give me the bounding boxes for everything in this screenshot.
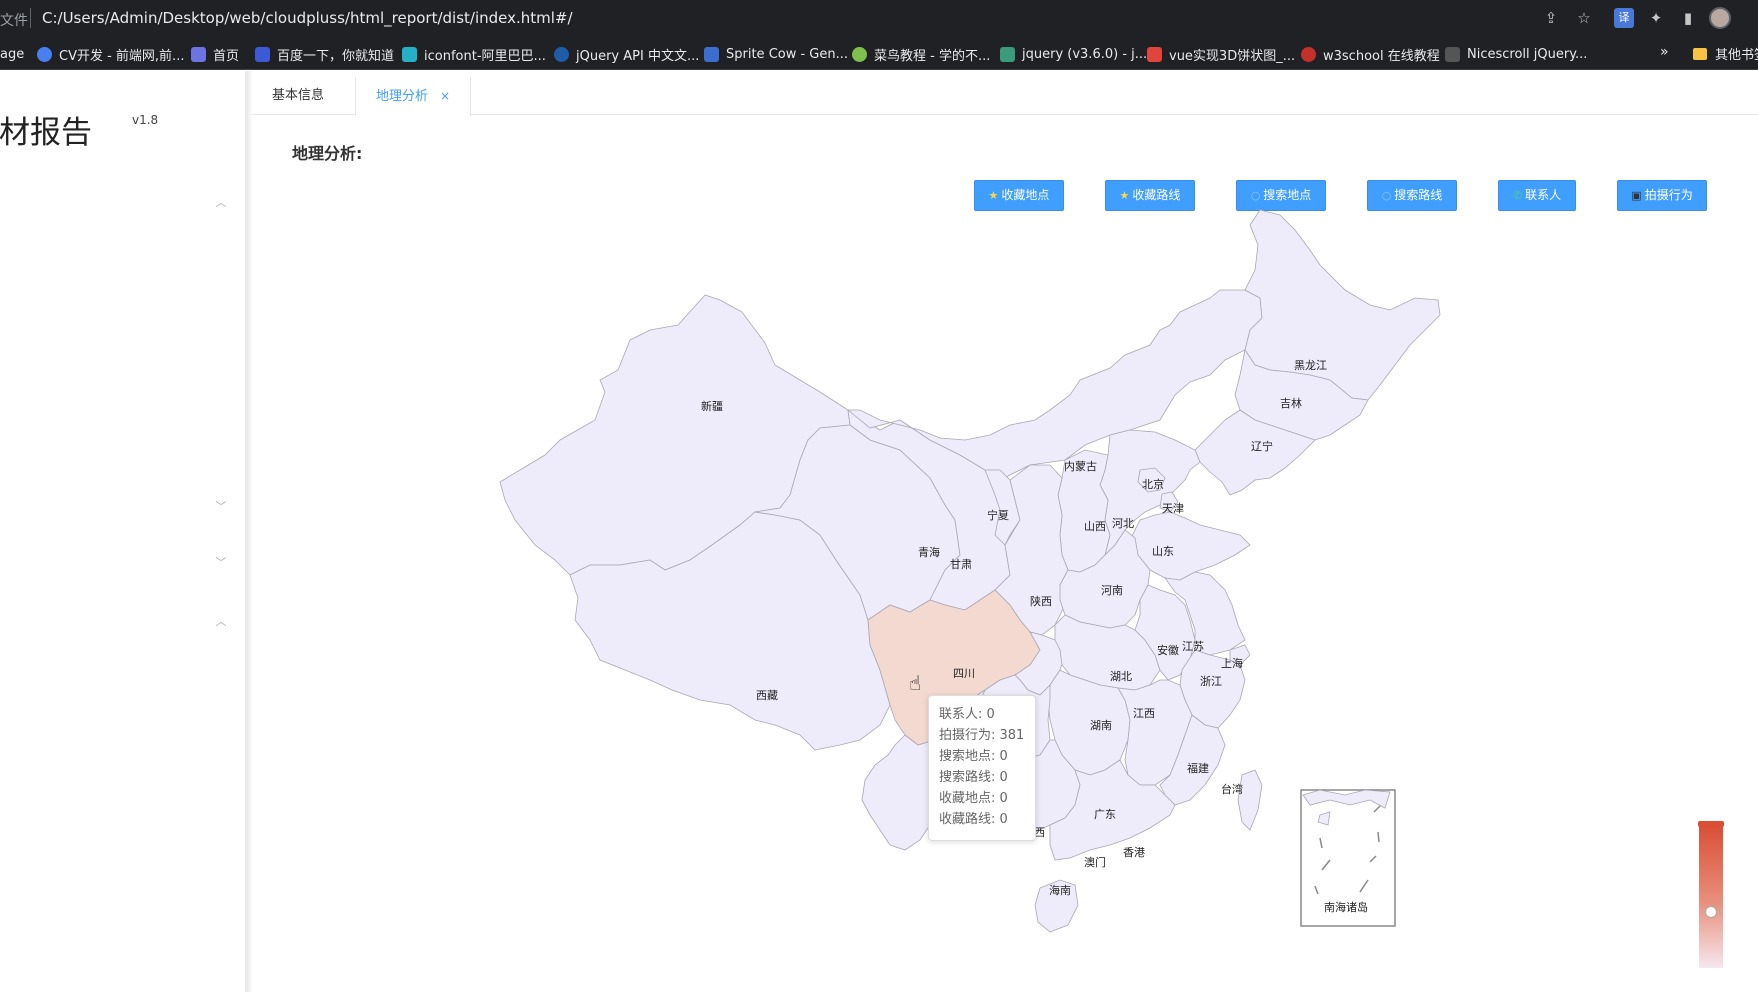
tooltip-photo: 拍摄行为: 381 (939, 728, 1025, 743)
label-ningxia: 宁夏 (987, 508, 1009, 522)
label-hongkong: 香港 (1123, 846, 1145, 859)
province-taiwan[interactable] (1237, 769, 1263, 831)
label-jiangxi: 江西 (1133, 707, 1155, 720)
label-xizang: 西藏 (756, 689, 778, 702)
label-henan: 河南 (1101, 584, 1123, 597)
label-hunan: 湖南 (1090, 719, 1112, 732)
label-shanghai: 上海 (1221, 656, 1243, 670)
label-nanhai: 南海诸岛 (1324, 900, 1368, 914)
label-heilongjiang: 黑龙江 (1294, 359, 1327, 372)
label-macau: 澳门 (1084, 855, 1106, 869)
visual-map-slider[interactable] (1698, 821, 1724, 968)
label-guangdong: 广东 (1094, 808, 1116, 821)
visual-map-gradient (1699, 824, 1723, 968)
visual-map-top-handle[interactable] (1698, 821, 1724, 827)
label-shandong: 山东 (1152, 545, 1174, 558)
label-tianjin: 天津 (1162, 502, 1184, 515)
china-map: 新疆 西藏 青海 甘肃 宁夏 内蒙古 黑龙江 吉林 辽宁 北京 天津 河北 山西… (499, 209, 1441, 933)
label-qinghai: 青海 (918, 545, 940, 559)
label-taiwan: 台湾 (1221, 782, 1243, 796)
label-hainan: 海南 (1049, 883, 1071, 897)
label-shanxi: 山西 (1084, 520, 1106, 533)
label-jiangsu: 江苏 (1182, 640, 1204, 653)
label-liaoning: 辽宁 (1251, 439, 1273, 453)
label-fujian: 福建 (1187, 761, 1209, 775)
label-xinjiang: 新疆 (701, 399, 723, 413)
label-shaanxi: 陕西 (1030, 594, 1052, 608)
label-jilin: 吉林 (1280, 396, 1302, 410)
label-neimenggu: 内蒙古 (1064, 459, 1097, 473)
tooltip-contacts: 联系人: 0 (939, 707, 995, 722)
label-zhejiang: 浙江 (1200, 675, 1222, 688)
label-gansu: 甘肃 (950, 558, 972, 571)
label-sichuan: 四川 (953, 667, 975, 680)
label-hebei: 河北 (1112, 517, 1134, 530)
label-anhui: 安徽 (1157, 643, 1179, 657)
tooltip-fav-route: 收藏路线: 0 (939, 812, 1008, 827)
label-beijing: 北京 (1142, 477, 1164, 491)
tooltip-fav-place: 收藏地点: 0 (939, 791, 1008, 806)
label-hubei: 湖北 (1110, 670, 1132, 683)
map-tooltip: 联系人: 0 拍摄行为: 381 搜索地点: 0 搜索路线: 0 收藏地点: 0… (928, 695, 1036, 841)
visual-map-indicator[interactable] (1705, 906, 1717, 918)
hand-cursor-icon: ☝ (909, 671, 922, 695)
tooltip-search-place: 搜索地点: 0 (939, 749, 1008, 764)
tooltip-search-route: 搜索路线: 0 (939, 770, 1008, 785)
